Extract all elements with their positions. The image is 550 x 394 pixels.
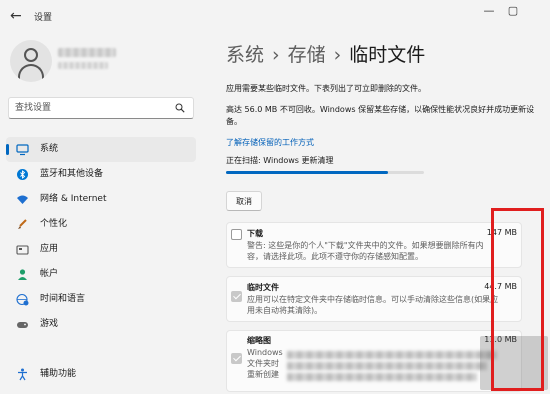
- search-box[interactable]: [8, 97, 194, 119]
- breadcrumb-storage[interactable]: 存储: [288, 44, 326, 66]
- list-item-temp-files[interactable]: 临时文件 应用可以在特定文件夹中存储临时信息。可以手动清除这些信息(如果应用未自…: [226, 276, 522, 322]
- sidebar-item-accessibility[interactable]: 辅助功能: [6, 362, 196, 387]
- search-icon[interactable]: [175, 103, 185, 113]
- gamepad-icon: [17, 322, 28, 328]
- item-title: 缩略图: [247, 336, 271, 345]
- cancel-button[interactable]: 取消: [226, 191, 262, 211]
- apps-icon: [16, 245, 29, 255]
- blurred-user-email: [58, 62, 108, 69]
- highlight-annotation-box: [491, 208, 544, 391]
- accessibility-icon: [18, 368, 27, 381]
- thumbnails-checkbox[interactable]: [231, 353, 242, 364]
- downloads-checkbox[interactable]: [231, 229, 242, 240]
- sidebar-item-system[interactable]: 系统: [6, 137, 196, 162]
- sidebar-item-gaming[interactable]: 游戏: [6, 312, 196, 337]
- sidebar-item-label: 时间和语言: [40, 294, 86, 304]
- app-title: 设置: [34, 13, 53, 23]
- scan-progress-fill: [226, 171, 389, 174]
- list-item-downloads[interactable]: 下载 警告: 这些是你的个人"下载"文件夹中的文件。如果想要删除所有内容，请选择…: [226, 222, 522, 268]
- sidebar-item-label: 辅助功能: [40, 369, 77, 379]
- scan-progress-bar: [226, 171, 424, 174]
- item-title: 临时文件: [247, 283, 279, 292]
- active-indicator: [6, 144, 9, 155]
- bluetooth-icon: [17, 169, 28, 180]
- page-title: 临时文件: [349, 44, 426, 66]
- avatar[interactable]: [10, 40, 52, 82]
- temp-files-checkbox[interactable]: [231, 291, 242, 302]
- person-icon: [18, 269, 27, 280]
- brush-icon: [18, 219, 27, 229]
- sidebar-item-accounts[interactable]: 帐户: [6, 262, 196, 287]
- sidebar-item-bluetooth[interactable]: 蓝牙和其他设备: [6, 162, 196, 187]
- globe-clock-icon: [16, 293, 29, 306]
- breadcrumb-system[interactable]: 系统: [226, 44, 264, 66]
- item-description: 警告: 这些是你的个人"下载"文件夹中的文件。如果想要删除所有内容，请选择此项。…: [247, 241, 484, 261]
- sidebar-item-label: 系统: [40, 144, 59, 154]
- redacted-text: [287, 362, 487, 370]
- list-item-thumbnails[interactable]: 缩略图 Windows 文件夹时 重新创建 11.0 MB: [226, 330, 522, 392]
- redacted-text: [287, 373, 477, 381]
- intro-text: 应用需要某些临时文件。下表列出了可立即删除的文件。: [226, 84, 426, 93]
- sidebar-item-label: 个性化: [40, 219, 68, 229]
- sidebar-item-time-language[interactable]: 时间和语言: [6, 287, 196, 312]
- breadcrumb: 系统 › 存储 › 临时文件: [226, 40, 425, 67]
- wifi-icon: [17, 195, 28, 204]
- monitor-icon: [16, 144, 29, 156]
- maximize-button[interactable]: ▢: [498, 3, 528, 19]
- breadcrumb-separator: ›: [333, 44, 342, 66]
- item-title: 下载: [247, 229, 263, 238]
- back-icon[interactable]: ←: [10, 8, 22, 24]
- sidebar-item-label: 游戏: [40, 319, 59, 329]
- sidebar-item-label: 网络 & Internet: [40, 194, 107, 204]
- recovery-note: 高达 56.0 MB 不可回收。Windows 保留某些存储，以确保性能状况良好…: [226, 105, 535, 126]
- search-input[interactable]: [15, 101, 165, 115]
- blurred-user-name: [58, 48, 116, 57]
- redacted-text: [287, 351, 497, 359]
- sidebar-item-network[interactable]: 网络 & Internet: [6, 187, 196, 212]
- sidebar-item-label: 应用: [40, 244, 59, 254]
- sidebar-item-apps[interactable]: 应用: [6, 237, 196, 262]
- sidebar-item-personalization[interactable]: 个性化: [6, 212, 196, 237]
- storage-reserve-link[interactable]: 了解存储保留的工作方式: [226, 137, 314, 148]
- breadcrumb-separator: ›: [272, 44, 280, 66]
- sidebar-item-label: 蓝牙和其他设备: [40, 169, 104, 179]
- item-description: 应用可以在特定文件夹中存储临时信息。可以手动清除这些信息(如果应用未自动将其清除…: [247, 295, 499, 315]
- scan-status: 正在扫描: Windows 更新清理: [226, 156, 334, 165]
- sidebar-item-label: 帐户: [40, 269, 59, 279]
